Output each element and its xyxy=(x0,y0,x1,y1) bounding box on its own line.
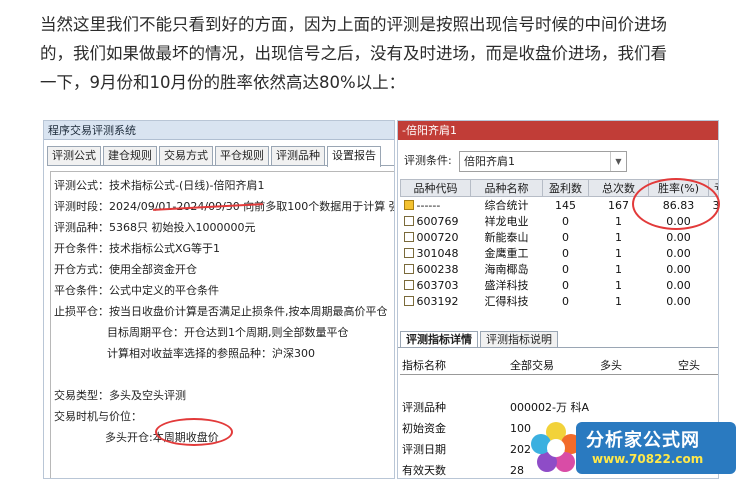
window-title: 程序交易评测系统 xyxy=(44,121,394,140)
cell-extra xyxy=(709,277,719,293)
cell-rate: 0.00 xyxy=(666,278,691,292)
tab-instruments[interactable]: 评测品种 xyxy=(271,146,325,165)
condition-value: 倍阳齐肩1 xyxy=(464,155,515,168)
cell-code: 603192 xyxy=(416,294,459,308)
report-line: 计算相对收益率选择的参照品种：沪深300 xyxy=(107,347,315,360)
table-row[interactable]: 600238 海南椰岛 0 1 0.00 xyxy=(401,261,719,277)
detail-label: 评测日期 xyxy=(402,443,446,456)
col-code[interactable]: 品种代码 xyxy=(400,179,471,197)
cell-name: 盛洋科技 xyxy=(484,279,529,292)
cell-extra xyxy=(709,293,719,309)
report-line: 目标周期平仓：开仓达到1个周期,则全部数量平仓 xyxy=(107,326,349,339)
cell-total: 1 xyxy=(615,278,622,292)
col-win[interactable]: 盈利数 xyxy=(542,179,589,197)
col-name[interactable]: 品种名称 xyxy=(470,179,543,197)
article-paragraph: 当然这里我们不能只看到好的方面，因为上面的评测是按照出现信号时候的中间价进场 的… xyxy=(40,10,730,97)
detail-label: 初始资金 xyxy=(402,422,446,435)
condition-select[interactable]: 倍阳齐肩1 ▼ xyxy=(459,151,627,172)
detail-row: 评测品种 000002-万 科A xyxy=(400,397,718,418)
detail-col-long: 多头 xyxy=(600,359,622,372)
cell-win: 0 xyxy=(562,230,569,244)
paragraph-line: 一下，9月份和10月份的胜率依然高达80%以上： xyxy=(40,73,406,92)
detail-col-short: 空头 xyxy=(678,359,700,372)
cell-name: 新能泰山 xyxy=(484,231,529,244)
checkbox-icon[interactable] xyxy=(403,215,414,226)
report-line: 平仓条件：公式中定义的平仓条件 xyxy=(54,284,219,297)
cell-rate: 0.00 xyxy=(666,230,691,244)
cell-name: 综合统计 xyxy=(484,199,529,212)
checkbox-icon[interactable] xyxy=(403,263,414,274)
cell-total: 1 xyxy=(615,230,622,244)
cell-win: 145 xyxy=(555,198,576,212)
cell-code: 301048 xyxy=(416,246,459,260)
cell-extra xyxy=(709,245,719,261)
cell-rate: 0.00 xyxy=(666,294,691,308)
condition-label: 评测条件: xyxy=(404,154,452,167)
cell-win: 0 xyxy=(562,294,569,308)
cell-name: 汇得科技 xyxy=(484,295,529,308)
cell-extra xyxy=(709,261,719,277)
cell-win: 0 xyxy=(562,214,569,228)
tab-entry-rules[interactable]: 建仓规则 xyxy=(103,146,157,165)
cell-win: 0 xyxy=(562,278,569,292)
detail-col-all: 全部交易 xyxy=(510,359,554,372)
checkbox-icon[interactable] xyxy=(403,295,414,306)
paragraph-line: 的，我们如果做最坏的情况，出现信号之后，没有及时进场，而是收盘价进场，我们看 xyxy=(40,44,667,63)
report-line: 交易类型：多头及空头评测 xyxy=(54,389,186,402)
cell-win: 0 xyxy=(562,246,569,260)
cell-extra xyxy=(709,229,719,245)
detail-col-name: 指标名称 xyxy=(402,359,446,372)
settings-tabs: 评测公式 建仓规则 交易方式 平仓规则 评测品种 设置报告 xyxy=(47,146,394,167)
cell-total: 1 xyxy=(615,262,622,276)
results-window-title: -倍阳齐肩1 xyxy=(398,121,718,140)
tab-trade-mode[interactable]: 交易方式 xyxy=(159,146,213,165)
table-row[interactable]: 000720 新能泰山 0 1 0.00 xyxy=(401,229,719,245)
annotation-circle-win-rate xyxy=(632,178,720,230)
table-row[interactable]: 603703 盛洋科技 0 1 0.00 xyxy=(401,277,719,293)
detail-header: 指标名称 全部交易 多头 空头 xyxy=(400,357,718,375)
cell-rate: 0.00 xyxy=(666,262,691,276)
report-line: 评测品种：5368只 初始投入1000000元 xyxy=(54,221,256,234)
checkbox-icon[interactable] xyxy=(403,247,414,258)
folder-icon xyxy=(403,199,414,210)
tab-exit-rules[interactable]: 平仓规则 xyxy=(215,146,269,165)
report-line: 开仓方式：使用全部资金开仓 xyxy=(54,263,197,276)
cell-code: 600238 xyxy=(416,262,459,276)
table-row[interactable]: 603192 汇得科技 0 1 0.00 xyxy=(401,293,719,309)
cell-total: 1 xyxy=(615,246,622,260)
cell-rate: 0.00 xyxy=(666,246,691,260)
detail-label: 评测品种 xyxy=(402,401,446,414)
report-line: 开仓条件：技术指标公式XG等于1 xyxy=(54,242,221,255)
watermark-name: 分析家公式网 xyxy=(586,430,700,451)
cell-name: 海南椰岛 xyxy=(484,263,529,276)
detail-value: 000002-万 科A xyxy=(510,401,589,414)
tab-indicator-details[interactable]: 评测指标详情 xyxy=(400,331,478,348)
chevron-down-icon[interactable]: ▼ xyxy=(610,152,626,171)
checkbox-icon[interactable] xyxy=(403,231,414,242)
watermark-url: www.70822.com xyxy=(592,452,704,466)
annotation-circle-close-price xyxy=(155,418,233,446)
cell-code: ------ xyxy=(416,198,441,212)
report-line xyxy=(54,364,394,385)
cell-total: 1 xyxy=(615,294,622,308)
detail-tabs: 评测指标详情 评测指标说明 xyxy=(400,331,718,348)
cell-code: 600769 xyxy=(416,214,459,228)
report-line: 止损平仓：按当日收盘价计算是否满足止损条件,按本周期最高价平仓 xyxy=(54,305,388,318)
tab-formula[interactable]: 评测公式 xyxy=(47,146,101,165)
tab-indicator-description[interactable]: 评测指标说明 xyxy=(480,331,558,348)
watermark-logo: 分析家公式网 www.70822.com xyxy=(528,418,738,479)
cell-code: 603703 xyxy=(416,278,459,292)
table-row[interactable]: 301048 金鹰重工 0 1 0.00 xyxy=(401,245,719,261)
detail-label: 有效天数 xyxy=(402,464,446,477)
detail-value: 28 xyxy=(510,464,524,477)
cell-win: 0 xyxy=(562,262,569,276)
divider xyxy=(398,347,718,348)
tab-report-settings[interactable]: 设置报告 xyxy=(327,146,381,167)
cell-code: 000720 xyxy=(416,230,459,244)
cell-name: 金鹰重工 xyxy=(484,247,529,260)
paragraph-line: 当然这里我们不能只看到好的方面，因为上面的评测是按照出现信号时候的中间价进场 xyxy=(40,15,667,34)
checkbox-icon[interactable] xyxy=(403,279,414,290)
report-line: 评测公式：技术指标公式-(日线)-倍阳齐肩1 xyxy=(54,179,265,192)
cell-name: 祥龙电业 xyxy=(484,215,529,228)
